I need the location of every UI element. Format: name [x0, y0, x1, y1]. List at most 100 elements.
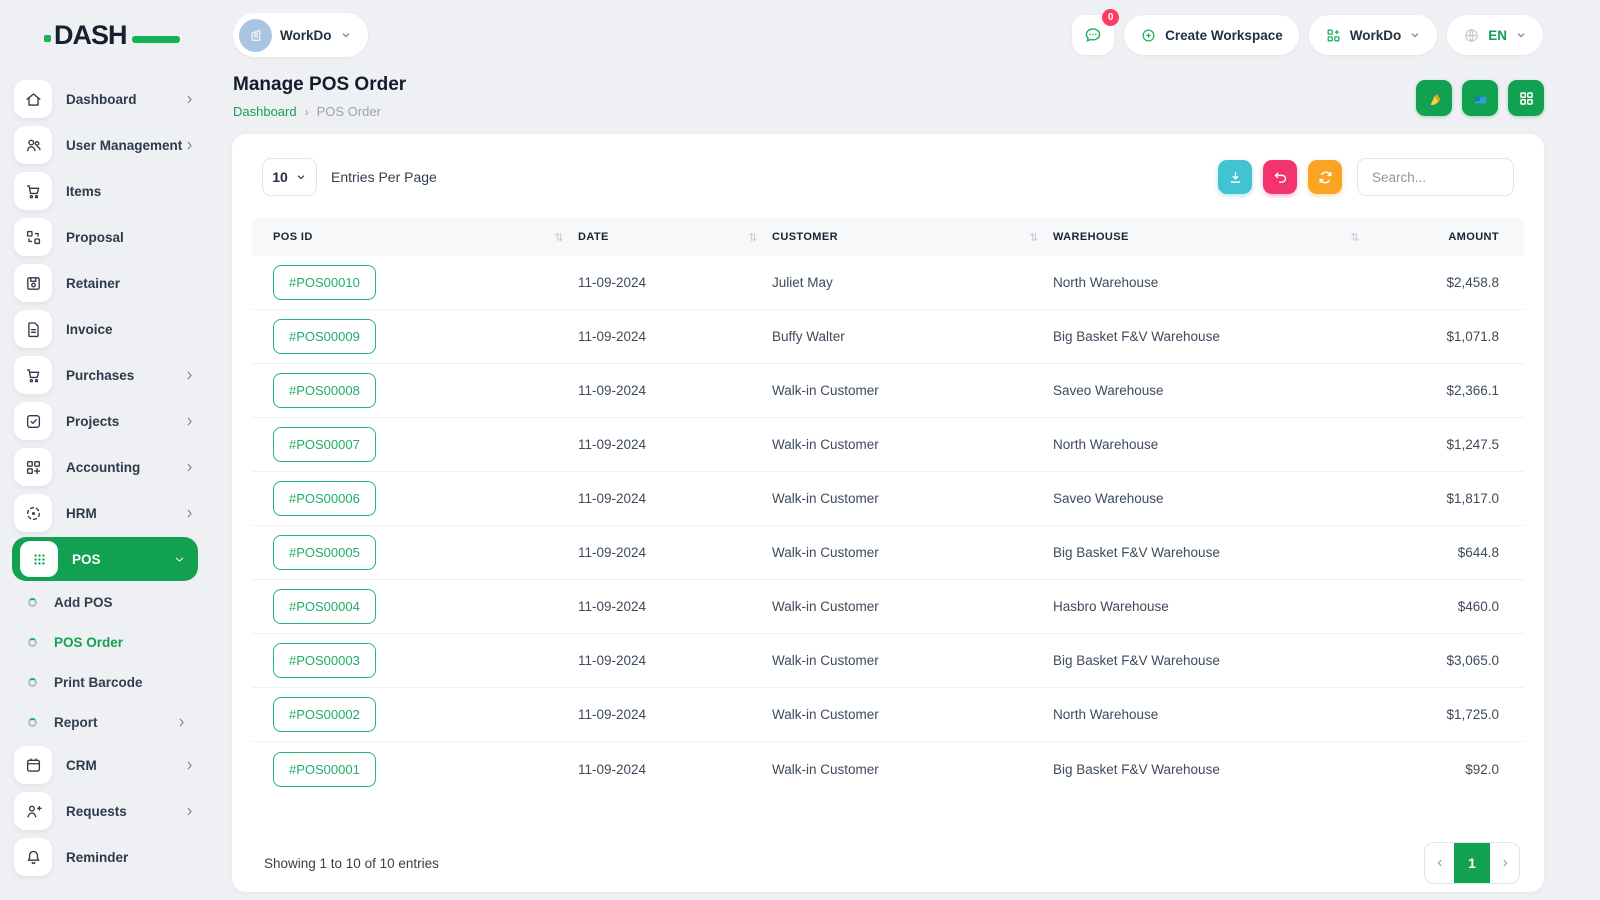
messages-button[interactable]: 0	[1072, 9, 1120, 55]
column-header-pos-id[interactable]: POS ID ⇅	[252, 231, 578, 244]
pos-id-link[interactable]: #POS00010	[273, 265, 376, 300]
page-number-button[interactable]: 1	[1454, 843, 1490, 883]
refresh-button[interactable]	[1308, 160, 1342, 194]
table-row: #POS00001 11-09-2024 Walk-in Customer Big B…	[252, 742, 1524, 796]
sidebar-item-retainer[interactable]: Retainer	[0, 260, 210, 306]
reset-button[interactable]	[1263, 160, 1297, 194]
pos-id-link[interactable]: #POS00003	[273, 643, 376, 678]
workspace-selector[interactable]: WorkDo	[233, 13, 368, 57]
cell-warehouse: Big Basket F&V Warehouse	[1053, 653, 1220, 668]
table-row: #POS00006 11-09-2024 Walk-in Customer Saveo…	[252, 472, 1524, 526]
cell-warehouse: Big Basket F&V Warehouse	[1053, 329, 1220, 344]
pos-id-link[interactable]: #POS00005	[273, 535, 376, 570]
cell-amount: $1,725.0	[1446, 707, 1499, 722]
cell-date: 11-09-2024	[578, 329, 647, 344]
entries-per-page-label: Entries Per Page	[331, 169, 437, 185]
sidebar-item-print-barcode[interactable]: Print Barcode	[0, 662, 210, 702]
home-icon	[14, 80, 52, 118]
undo-icon	[1274, 171, 1286, 183]
cell-customer: Juliet May	[772, 275, 833, 290]
page-title: Manage POS Order	[233, 74, 407, 95]
entries-per-page-select[interactable]: 10	[262, 158, 317, 196]
entries-per-page-value: 10	[272, 169, 288, 185]
brand-logo[interactable]: DASH	[44, 20, 180, 56]
column-header-amount[interactable]: AMOUNT	[1374, 231, 1524, 243]
pos-id-link[interactable]: #POS00001	[273, 751, 376, 787]
table-body: #POS00010 11-09-2024 Juliet May North Wareh…	[252, 256, 1524, 796]
sort-icon[interactable]: ⇅	[1029, 231, 1039, 244]
chevron-right-icon	[183, 415, 196, 428]
cell-amount: $1,071.8	[1446, 329, 1499, 344]
cell-warehouse: North Warehouse	[1053, 437, 1159, 452]
column-header-date[interactable]: DATE ⇅	[578, 231, 772, 244]
previous-page-button[interactable]	[1425, 843, 1454, 883]
sort-icon[interactable]: ⇅	[554, 231, 564, 244]
column-header-warehouse[interactable]: WAREHOUSE ⇅	[1053, 231, 1374, 244]
sidebar-menu: Dashboard User Management Items Proposal Ret…	[0, 76, 210, 880]
search-input[interactable]	[1357, 158, 1514, 196]
bullet-icon	[28, 677, 37, 687]
cell-warehouse: Saveo Warehouse	[1053, 491, 1164, 506]
sidebar-item-crm[interactable]: CRM	[0, 742, 210, 788]
cell-date: 11-09-2024	[578, 761, 647, 777]
pos-id-link[interactable]: #POS00007	[273, 427, 376, 462]
table-row: #POS00008 11-09-2024 Walk-in Customer Saveo…	[252, 364, 1524, 418]
breadcrumb-dashboard-link[interactable]: Dashboard	[233, 104, 297, 119]
sidebar-item-items[interactable]: Items	[0, 168, 210, 214]
pos-id-link[interactable]: #POS00006	[273, 481, 376, 516]
cell-amount: $2,458.8	[1446, 275, 1499, 290]
google-drive-button[interactable]	[1416, 80, 1452, 116]
sidebar-item-invoice[interactable]: Invoice	[0, 306, 210, 352]
cell-warehouse: Saveo Warehouse	[1053, 383, 1164, 398]
reminder-icon	[14, 838, 52, 876]
cell-warehouse: North Warehouse	[1053, 275, 1159, 290]
breadcrumb-separator: ›	[304, 104, 309, 119]
sidebar-item-requests[interactable]: Requests	[0, 788, 210, 834]
sidebar-item-proposal[interactable]: Proposal	[0, 214, 210, 260]
table-row: #POS00004 11-09-2024 Walk-in Customer Hasbr…	[252, 580, 1524, 634]
users-icon	[14, 126, 52, 164]
proposal-icon	[14, 218, 52, 256]
sidebar-item-dashboard[interactable]: Dashboard	[0, 76, 210, 122]
onedrive-button[interactable]	[1462, 80, 1498, 116]
sidebar-item-add-pos[interactable]: Add POS	[0, 582, 210, 622]
workspace-label: WorkDo	[280, 27, 332, 43]
cell-warehouse: Hasbro Warehouse	[1053, 599, 1169, 614]
sidebar-item-accounting[interactable]: Accounting	[0, 444, 210, 490]
retainer-icon	[14, 264, 52, 302]
cell-customer: Walk-in Customer	[772, 491, 879, 506]
chevron-right-icon	[183, 461, 196, 474]
refresh-icon	[1318, 171, 1332, 183]
sidebar-item-purchases[interactable]: Purchases	[0, 352, 210, 398]
sort-icon[interactable]: ⇅	[1350, 231, 1360, 244]
pos-id-link[interactable]: #POS00002	[273, 697, 376, 732]
create-workspace-button[interactable]: Create Workspace	[1124, 15, 1299, 55]
export-button[interactable]	[1218, 160, 1252, 194]
sidebar-item-hrm[interactable]: HRM	[0, 490, 210, 536]
next-page-button[interactable]	[1490, 843, 1519, 883]
column-header-customer[interactable]: CUSTOMER ⇅	[772, 231, 1053, 244]
chevron-right-icon	[183, 507, 196, 520]
apps-grid-button[interactable]	[1508, 80, 1544, 116]
cell-customer: Walk-in Customer	[772, 383, 879, 398]
workspace-avatar	[239, 18, 272, 52]
sidebar-item-reminder[interactable]: Reminder	[0, 834, 210, 880]
chevron-down-icon	[297, 175, 305, 180]
sidebar-item-pos[interactable]: POS	[12, 537, 198, 581]
company-menu-button[interactable]: WorkDo	[1308, 15, 1438, 55]
sidebar-item-pos-order[interactable]: POS Order	[0, 622, 210, 662]
table-footer: Showing 1 to 10 of 10 entries 1	[252, 822, 1524, 892]
sidebar-item-user-management[interactable]: User Management	[0, 122, 210, 168]
cell-customer: Walk-in Customer	[772, 437, 879, 452]
sidebar-item-projects[interactable]: Projects	[0, 398, 210, 444]
logo-accent-dot	[44, 35, 51, 42]
sort-icon[interactable]: ⇅	[748, 231, 758, 244]
sidebar-item-report[interactable]: Report	[0, 702, 210, 742]
pos-id-link[interactable]: #POS00004	[273, 589, 376, 624]
create-workspace-label: Create Workspace	[1165, 27, 1283, 43]
pos-id-link[interactable]: #POS00008	[273, 373, 376, 408]
pos-id-link[interactable]: #POS00009	[273, 319, 376, 354]
language-selector[interactable]: EN	[1447, 15, 1543, 55]
requests-icon	[14, 792, 52, 830]
pagination: 1	[1424, 842, 1520, 884]
